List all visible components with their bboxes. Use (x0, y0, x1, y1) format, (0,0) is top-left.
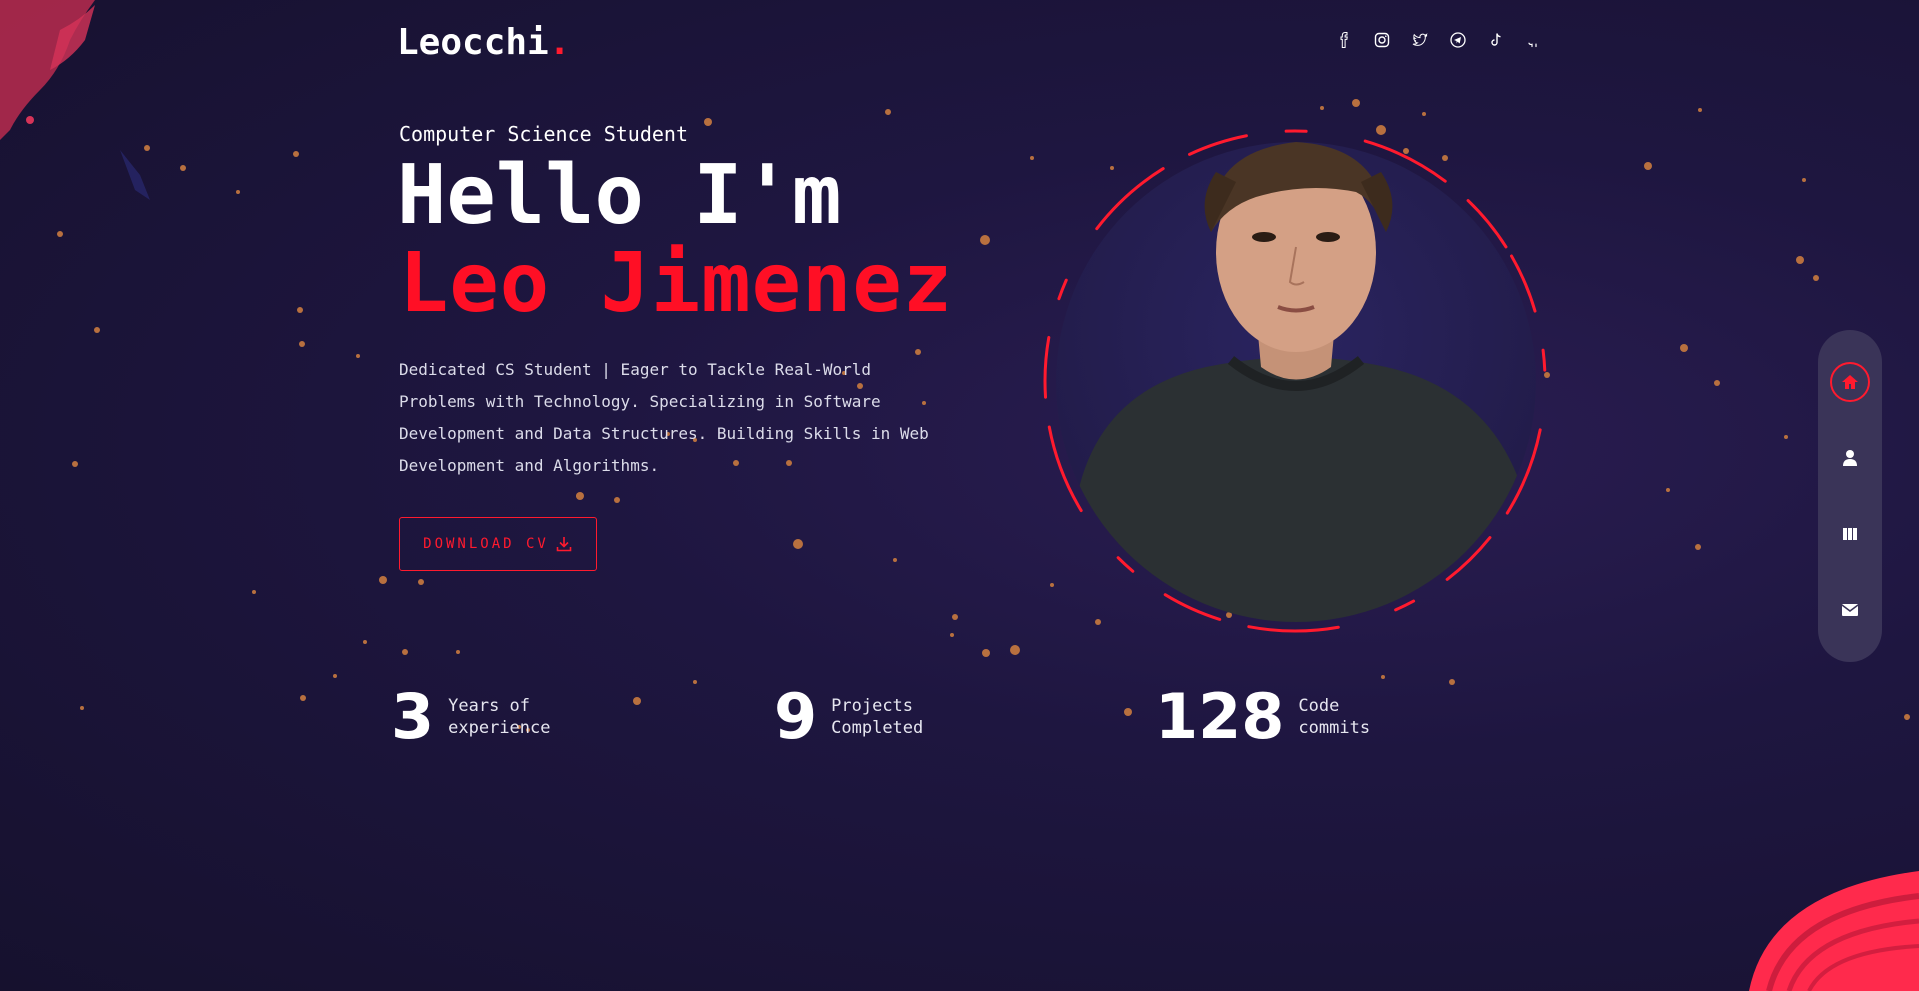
social-links (1336, 32, 1542, 48)
stat-projects: 9 Projects Completed (774, 680, 923, 753)
instagram-icon[interactable] (1374, 32, 1390, 48)
home-icon (1842, 375, 1858, 389)
hero-greeting: Hello I'm (397, 148, 842, 243)
stat-commits: 128 Code commits (1155, 680, 1370, 753)
hero-subtitle: Computer Science Student (399, 122, 688, 146)
stat-label: Code commits (1298, 695, 1371, 738)
hero-name: Leo Jimenez (399, 236, 954, 331)
mail-icon (1841, 604, 1859, 616)
profile-portrait (1040, 126, 1550, 636)
paint-swirl-decoration (1749, 871, 1919, 991)
facebook-icon[interactable] (1336, 32, 1352, 48)
user-icon (1843, 450, 1857, 466)
stat-number: 3 (391, 680, 435, 753)
stat-label: Projects Completed (831, 695, 924, 738)
tiktok-icon[interactable] (1488, 32, 1504, 48)
stat-label: Years of experience (448, 695, 551, 738)
particle-field (57, 99, 1910, 732)
logo-dot: . (548, 22, 571, 63)
paint-splash-decoration (0, 0, 150, 200)
download-cv-label: DOWNLOAD CV (423, 536, 549, 552)
portfolio-icon (1843, 528, 1857, 540)
stat-number: 9 (774, 680, 818, 753)
stat-number: 128 (1155, 680, 1285, 753)
site-logo[interactable]: Leocchi. (397, 22, 570, 63)
stat-experience: 3 Years of experience (391, 680, 551, 753)
download-icon (556, 537, 572, 552)
nav-about[interactable] (1830, 438, 1870, 478)
hero-description: Dedicated CS Student | Eager to Tackle R… (399, 360, 929, 475)
nav-portfolio[interactable] (1830, 514, 1870, 554)
download-cv-button[interactable]: DOWNLOAD CV (399, 517, 597, 571)
twitter-icon[interactable] (1412, 32, 1428, 48)
dashed-ring-decoration (1043, 129, 1547, 633)
nav-contact[interactable] (1830, 590, 1870, 630)
github-icon[interactable] (1526, 32, 1542, 48)
telegram-icon[interactable] (1450, 32, 1466, 48)
nav-home[interactable] (1830, 362, 1870, 402)
logo-text: Leocchi (397, 22, 549, 63)
side-navigation (1818, 330, 1882, 662)
